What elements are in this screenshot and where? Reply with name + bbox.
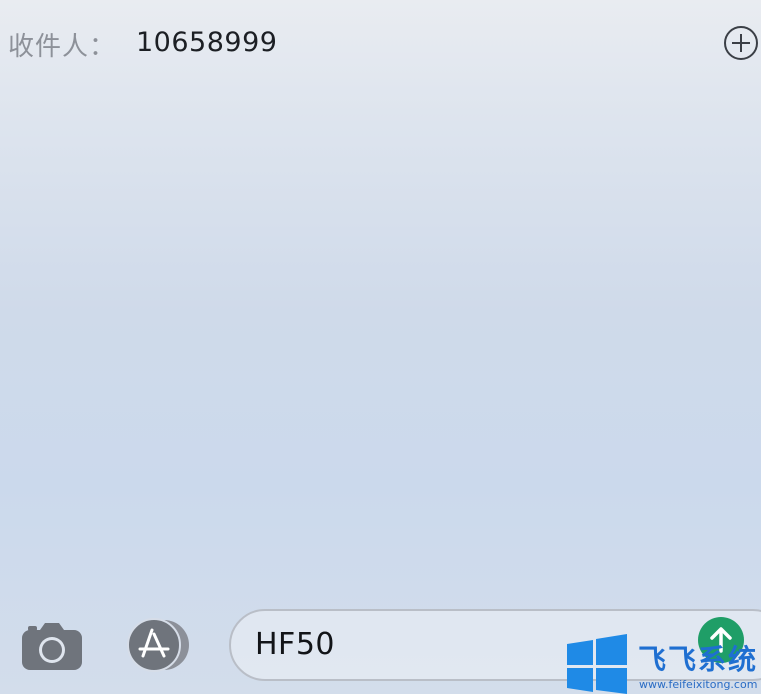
recipient-row: 收件人： 10658999 bbox=[0, 0, 761, 90]
windows-logo-icon bbox=[567, 634, 627, 694]
watermark: 飞飞系统 www.feifeixitong.com bbox=[565, 610, 761, 694]
app-store-icon bbox=[127, 618, 189, 672]
camera-button[interactable] bbox=[20, 620, 84, 672]
add-contact-button[interactable] bbox=[724, 26, 758, 60]
camera-icon bbox=[22, 623, 82, 670]
message-text: HF50 bbox=[255, 627, 335, 662]
recipient-field[interactable]: 10658999 bbox=[136, 27, 277, 58]
watermark-url: www.feifeixitong.com bbox=[639, 678, 758, 691]
recipient-label: 收件人： bbox=[8, 32, 117, 62]
messages-compose-screen: 收件人： 10658999 HF50 飞飞系统 www.feifeixitong… bbox=[0, 0, 761, 694]
watermark-title: 飞飞系统 bbox=[638, 643, 759, 676]
app-store-button[interactable] bbox=[124, 618, 194, 672]
